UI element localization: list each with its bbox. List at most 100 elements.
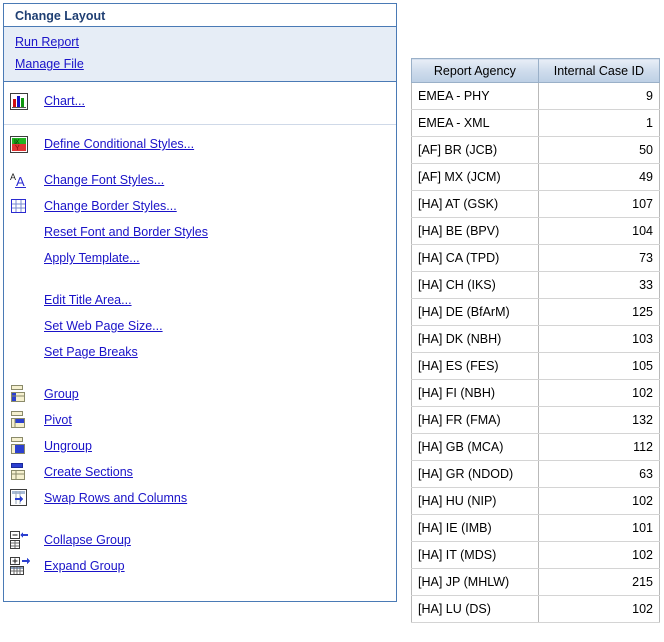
cell-report-agency: [HA] GB (MCA): [411, 433, 539, 461]
expand-group-link[interactable]: Expand Group: [36, 559, 125, 573]
cell-internal-case-id: 49: [537, 163, 661, 191]
table-row[interactable]: [HA] IE (IMB) 101: [411, 514, 661, 542]
cell-report-agency: [HA] DK (NBH): [411, 325, 539, 353]
menu-item-change-border-styles[interactable]: Change Border Styles...: [4, 193, 396, 219]
change-font-styles-link[interactable]: Change Font Styles...: [36, 173, 164, 187]
table-row[interactable]: [HA] BE (BPV) 104: [411, 217, 661, 245]
svg-text:Y: Y: [15, 145, 20, 152]
set-page-breaks-link[interactable]: Set Page Breaks: [36, 345, 138, 359]
table-row[interactable]: [HA] GR (NDOD) 63: [411, 460, 661, 488]
menu-item-manage-file[interactable]: Manage File: [4, 53, 396, 75]
report-table-container: Report Agency Internal Case ID EMEA - PH…: [411, 58, 661, 623]
manage-file-link[interactable]: Manage File: [15, 57, 84, 71]
swap-rows-and-columns-link[interactable]: Swap Rows and Columns: [36, 491, 187, 505]
menu-item-chart[interactable]: Chart...: [4, 88, 396, 114]
table-row[interactable]: [HA] HU (NIP) 102: [411, 487, 661, 515]
cell-internal-case-id: 103: [537, 325, 661, 353]
table-row[interactable]: [HA] FI (NBH) 102: [411, 379, 661, 407]
table-row[interactable]: [HA] CA (TPD) 73: [411, 244, 661, 272]
table-row[interactable]: [AF] BR (JCB) 50: [411, 136, 661, 164]
table-row[interactable]: EMEA - PHY 9: [411, 82, 661, 110]
chart-link[interactable]: Chart...: [36, 94, 85, 108]
column-header-report-agency[interactable]: Report Agency: [411, 58, 539, 83]
table-row[interactable]: [HA] DK (NBH) 103: [411, 325, 661, 353]
group-link[interactable]: Group: [36, 387, 79, 401]
edit-title-area-link[interactable]: Edit Title Area...: [36, 293, 132, 307]
swap-rows-columns-icon: [10, 487, 36, 509]
menu-item-pivot[interactable]: Pivot: [4, 407, 396, 433]
menu-item-group[interactable]: Group: [4, 381, 396, 407]
table-row[interactable]: [HA] FR (FMA) 132: [411, 406, 661, 434]
menu-item-change-font-styles[interactable]: A A Change Font Styles...: [4, 167, 396, 193]
menu-item-apply-template[interactable]: Apply Template...: [4, 245, 396, 271]
menu-item-swap-rows-and-columns[interactable]: Swap Rows and Columns: [4, 485, 396, 511]
menu-item-edit-title-area[interactable]: Edit Title Area...: [4, 287, 396, 313]
cell-report-agency: [HA] IE (IMB): [411, 514, 539, 542]
cell-internal-case-id: 33: [537, 271, 661, 299]
collapse-group-icon: [10, 529, 36, 551]
table-row[interactable]: [HA] ES (FES) 105: [411, 352, 661, 380]
cell-report-agency: [HA] CA (TPD): [411, 244, 539, 272]
table-row[interactable]: [HA] IT (MDS) 102: [411, 541, 661, 569]
expand-group-icon: [10, 555, 36, 577]
no-icon: [10, 221, 36, 243]
cell-report-agency: [HA] LU (DS): [411, 595, 539, 623]
table-row[interactable]: [AF] MX (JCM) 49: [411, 163, 661, 191]
table-row[interactable]: [HA] DE (BfArM) 125: [411, 298, 661, 326]
svg-text:A: A: [16, 174, 25, 189]
table-header-row: Report Agency Internal Case ID: [411, 58, 661, 83]
ungroup-link[interactable]: Ungroup: [36, 439, 92, 453]
cell-internal-case-id: 102: [537, 379, 661, 407]
pivot-link[interactable]: Pivot: [36, 413, 72, 427]
menu-item-create-sections[interactable]: Create Sections: [4, 459, 396, 485]
cell-internal-case-id: 112: [537, 433, 661, 461]
cell-internal-case-id: 50: [537, 136, 661, 164]
menu-item-expand-group[interactable]: Expand Group: [4, 553, 396, 579]
apply-template-link[interactable]: Apply Template...: [36, 251, 140, 265]
cell-internal-case-id: 125: [537, 298, 661, 326]
collapse-group-link[interactable]: Collapse Group: [36, 533, 131, 547]
menu-item-collapse-group[interactable]: Collapse Group: [4, 527, 396, 553]
border-styles-icon: [10, 195, 36, 217]
cell-report-agency: [AF] BR (JCB): [411, 136, 539, 164]
column-header-internal-case-id[interactable]: Internal Case ID: [537, 58, 661, 83]
cell-report-agency: [HA] JP (MHLW): [411, 568, 539, 596]
table-row[interactable]: [HA] AT (GSK) 107: [411, 190, 661, 218]
menu-item-define-conditional-styles[interactable]: X Y Define Conditional Styles...: [4, 131, 396, 157]
menu-item-set-page-breaks[interactable]: Set Page Breaks: [4, 339, 396, 365]
table-row[interactable]: [HA] LU (DS) 102: [411, 595, 661, 623]
group-icon: [10, 383, 36, 405]
cell-report-agency: [HA] FR (FMA): [411, 406, 539, 434]
menu-item-set-web-page-size[interactable]: Set Web Page Size...: [4, 313, 396, 339]
menu-item-reset-font-and-border-styles[interactable]: Reset Font and Border Styles: [4, 219, 396, 245]
menu-item-ungroup[interactable]: Ungroup: [4, 433, 396, 459]
cell-internal-case-id: 102: [537, 595, 661, 623]
cell-internal-case-id: 215: [537, 568, 661, 596]
screen: Change Layout Run Report Manage File Cha…: [0, 0, 664, 642]
reset-font-and-border-styles-link[interactable]: Reset Font and Border Styles: [36, 225, 208, 239]
cell-internal-case-id: 9: [537, 82, 661, 110]
table-body: EMEA - PHY 9 EMEA - XML 1 [AF] BR (JCB) 50 [AF…: [411, 82, 661, 623]
cell-report-agency: [HA] AT (GSK): [411, 190, 539, 218]
define-conditional-styles-link[interactable]: Define Conditional Styles...: [36, 137, 194, 151]
table-row[interactable]: [HA] GB (MCA) 112: [411, 433, 661, 461]
set-web-page-size-link[interactable]: Set Web Page Size...: [36, 319, 163, 333]
cell-internal-case-id: 63: [537, 460, 661, 488]
table-row[interactable]: EMEA - XML 1: [411, 109, 661, 137]
table-row[interactable]: [HA] CH (IKS) 33: [411, 271, 661, 299]
cell-report-agency: [AF] MX (JCM): [411, 163, 539, 191]
report-table: Report Agency Internal Case ID EMEA - PH…: [411, 58, 661, 623]
create-sections-link[interactable]: Create Sections: [36, 465, 133, 479]
menu-item-run-report[interactable]: Run Report: [4, 31, 396, 53]
change-border-styles-link[interactable]: Change Border Styles...: [36, 199, 177, 213]
table-row[interactable]: [HA] JP (MHLW) 215: [411, 568, 661, 596]
cell-internal-case-id: 104: [537, 217, 661, 245]
cell-internal-case-id: 102: [537, 487, 661, 515]
change-layout-panel: Change Layout Run Report Manage File Cha…: [3, 3, 397, 602]
cell-internal-case-id: 101: [537, 514, 661, 542]
cell-report-agency: [HA] BE (BPV): [411, 217, 539, 245]
pivot-icon: [10, 409, 36, 431]
run-report-link[interactable]: Run Report: [15, 35, 79, 49]
panel-top-links: Run Report Manage File: [3, 27, 397, 82]
